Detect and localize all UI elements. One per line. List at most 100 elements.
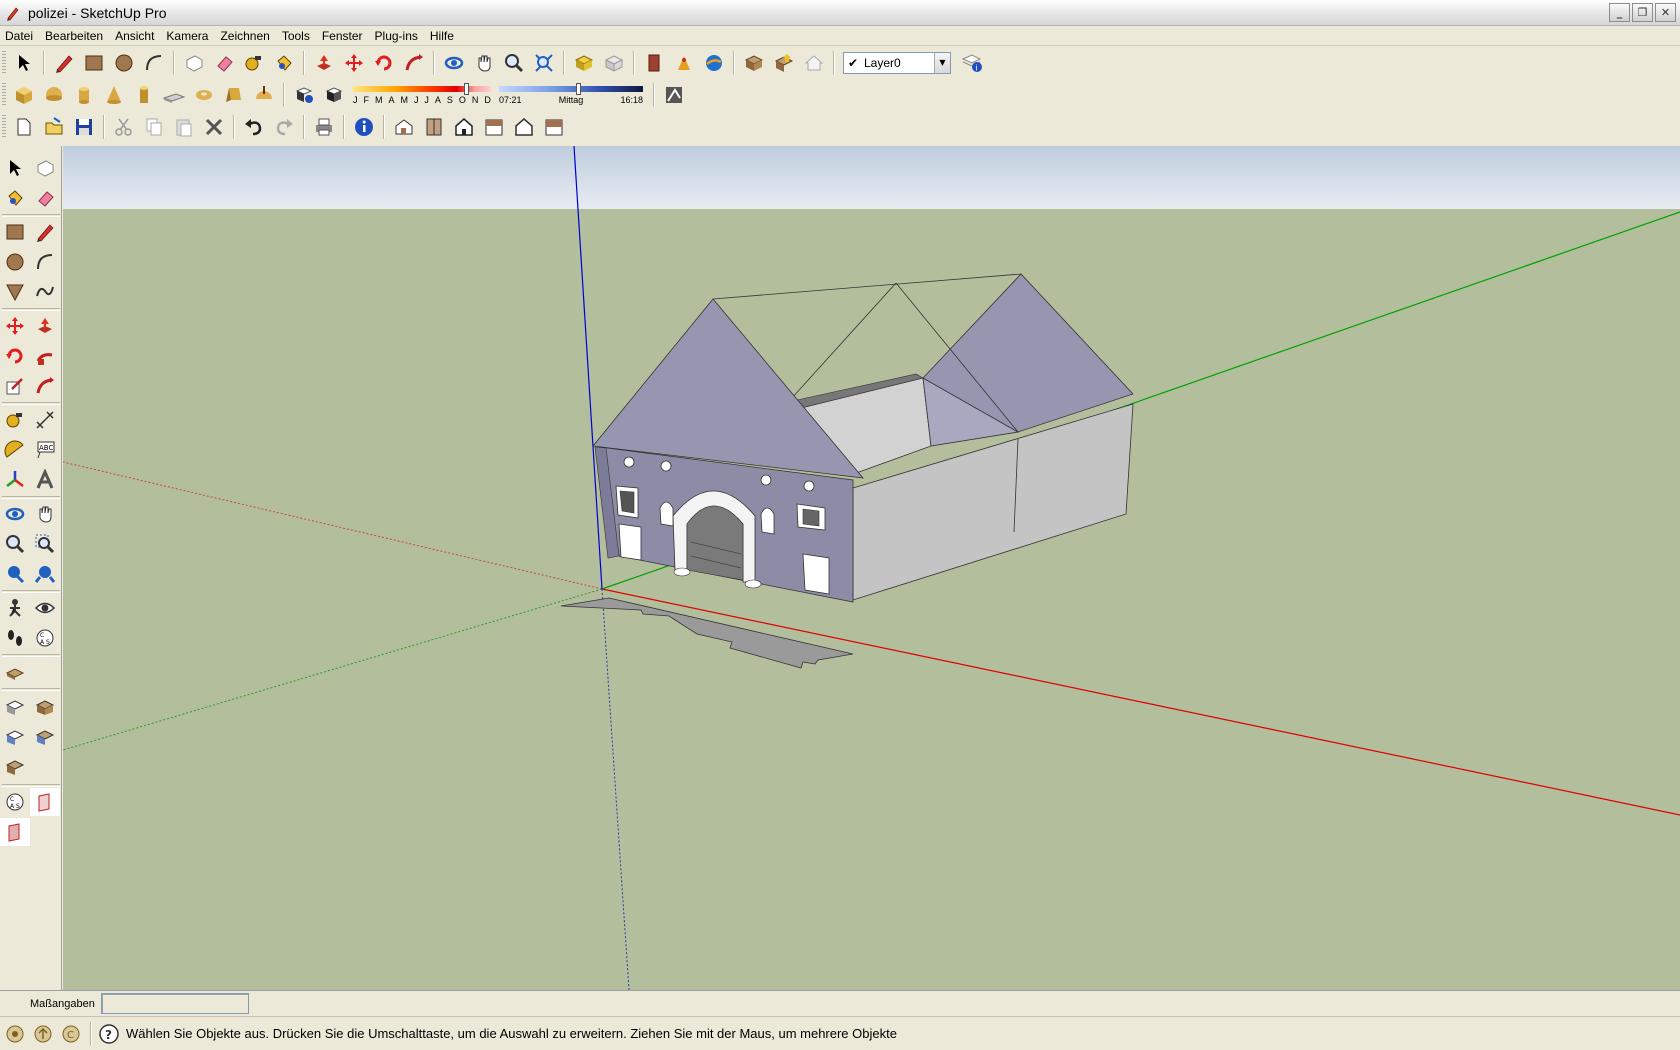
protractor-icon[interactable] xyxy=(0,436,30,464)
rectangle-tool-icon[interactable] xyxy=(79,49,109,77)
sandbox-smoove-icon[interactable] xyxy=(0,692,30,720)
follow-me-icon[interactable] xyxy=(30,342,60,370)
toolbar-grip[interactable] xyxy=(2,82,6,107)
plate-icon[interactable] xyxy=(159,81,189,109)
right-view-icon[interactable] xyxy=(479,113,509,141)
toolbar-grip[interactable] xyxy=(2,114,6,139)
move-tool-icon[interactable] xyxy=(0,312,30,340)
menu-zeichnen[interactable]: Zeichnen xyxy=(214,26,275,46)
section-plane-icon[interactable]: CA S xyxy=(30,624,60,652)
circle-tool-icon[interactable] xyxy=(109,49,139,77)
3d-text-icon[interactable] xyxy=(30,466,60,494)
axes-tool-icon[interactable] xyxy=(0,466,30,494)
follow-me-icon[interactable] xyxy=(399,49,429,77)
minimize-button[interactable]: _ xyxy=(1609,3,1630,22)
month-slider[interactable]: J F M A M J J A S O N D xyxy=(353,81,491,109)
previous-view-icon[interactable] xyxy=(0,560,30,588)
get-models-icon[interactable] xyxy=(569,49,599,77)
google-earth-icon[interactable] xyxy=(669,49,699,77)
components-browser-icon[interactable] xyxy=(739,49,769,77)
zoom-extents-icon[interactable] xyxy=(529,49,559,77)
sandbox-flip-icon[interactable] xyxy=(0,752,30,780)
chevron-down-icon[interactable]: ▼ xyxy=(934,52,950,73)
select-tool-icon[interactable] xyxy=(0,154,30,182)
menu-kamera[interactable]: Kamera xyxy=(160,26,214,46)
make-component-icon[interactable] xyxy=(179,49,209,77)
offset-tool-icon[interactable] xyxy=(30,372,60,400)
menu-ansicht[interactable]: Ansicht xyxy=(109,26,160,46)
menu-hilfe[interactable]: Hilfe xyxy=(424,26,460,46)
open-file-icon[interactable] xyxy=(39,113,69,141)
cone-icon[interactable] xyxy=(99,81,129,109)
display-shadows-icon[interactable] xyxy=(319,81,349,109)
paint-bucket-icon[interactable] xyxy=(269,49,299,77)
arc-tool-icon[interactable] xyxy=(139,49,169,77)
pan-tool-icon[interactable] xyxy=(30,500,60,528)
left-view-icon[interactable] xyxy=(539,113,569,141)
sphere-icon[interactable] xyxy=(39,81,69,109)
torus-icon[interactable] xyxy=(189,81,219,109)
measurements-input[interactable] xyxy=(100,993,249,1014)
new-file-icon[interactable] xyxy=(9,113,39,141)
text-tool-icon[interactable]: ABC xyxy=(30,436,60,464)
back-view-icon[interactable] xyxy=(509,113,539,141)
home-outline-icon[interactable] xyxy=(799,49,829,77)
pencil-tool-icon[interactable] xyxy=(49,49,79,77)
pencil-tool-icon[interactable] xyxy=(30,218,60,246)
restore-button[interactable]: ❐ xyxy=(1632,3,1653,22)
fog-icon[interactable] xyxy=(659,81,689,109)
model-info-icon[interactable] xyxy=(349,113,379,141)
scale-tool-icon[interactable] xyxy=(0,372,30,400)
display-section-cuts-icon[interactable] xyxy=(0,818,30,846)
tube-icon[interactable] xyxy=(129,81,159,109)
help-icon[interactable]: ? xyxy=(98,1023,120,1045)
delete-icon[interactable] xyxy=(199,113,229,141)
paint-bucket-icon[interactable] xyxy=(0,184,30,212)
zoom-extents-icon[interactable] xyxy=(30,560,60,588)
copy-icon[interactable] xyxy=(139,113,169,141)
undo-icon[interactable] xyxy=(239,113,269,141)
redo-icon[interactable] xyxy=(269,113,299,141)
share-model-icon[interactable] xyxy=(599,49,629,77)
rotate-tool-icon[interactable] xyxy=(0,342,30,370)
paste-icon[interactable] xyxy=(169,113,199,141)
tape-measure-icon[interactable] xyxy=(239,49,269,77)
layer-manager-icon[interactable]: i xyxy=(957,49,987,77)
rotate-tool-icon[interactable] xyxy=(369,49,399,77)
copyright-icon[interactable]: C xyxy=(60,1023,82,1045)
menu-bearbeiten[interactable]: Bearbeiten xyxy=(39,26,109,46)
time-slider[interactable]: 07:21 Mittag 16:18 xyxy=(499,81,643,109)
close-button[interactable]: ✕ xyxy=(1655,3,1676,22)
move-tool-icon[interactable] xyxy=(339,49,369,77)
menu-tools[interactable]: Tools xyxy=(276,26,316,46)
top-view-icon[interactable] xyxy=(419,113,449,141)
orbit-tool-icon[interactable] xyxy=(0,500,30,528)
zoom-window-icon[interactable] xyxy=(30,530,60,558)
google-globe-icon[interactable] xyxy=(699,49,729,77)
rectangle-tool-icon[interactable] xyxy=(0,218,30,246)
print-icon[interactable] xyxy=(309,113,339,141)
sandbox-contours-icon[interactable] xyxy=(0,658,30,686)
credits-icon[interactable] xyxy=(32,1023,54,1045)
front-view-icon[interactable] xyxy=(449,113,479,141)
iso-view-icon[interactable] xyxy=(389,113,419,141)
zoom-tool-icon[interactable] xyxy=(0,530,30,558)
box-solid-icon[interactable] xyxy=(9,81,39,109)
circle-tool-icon[interactable] xyxy=(0,248,30,276)
geo-location-icon[interactable] xyxy=(4,1023,26,1045)
make-component-icon[interactable] xyxy=(30,154,60,182)
dimension-tool-icon[interactable] xyxy=(30,406,60,434)
push-pull-icon[interactable] xyxy=(309,49,339,77)
menu-datei[interactable]: Datei xyxy=(0,26,39,46)
month-slider-thumb[interactable] xyxy=(464,82,469,95)
sandbox-drape-icon[interactable] xyxy=(0,722,30,750)
drawing-area[interactable] xyxy=(63,146,1680,990)
component-icon[interactable] xyxy=(639,49,669,77)
menu-plugins[interactable]: Plug-ins xyxy=(369,26,424,46)
sandbox-detail-icon[interactable] xyxy=(30,722,60,750)
cut-icon[interactable] xyxy=(109,113,139,141)
look-around-icon[interactable] xyxy=(30,594,60,622)
eraser-tool-icon[interactable] xyxy=(209,49,239,77)
layer-dropdown[interactable]: ✔ Layer0 ▼ xyxy=(843,51,951,74)
freehand-tool-icon[interactable] xyxy=(30,278,60,306)
